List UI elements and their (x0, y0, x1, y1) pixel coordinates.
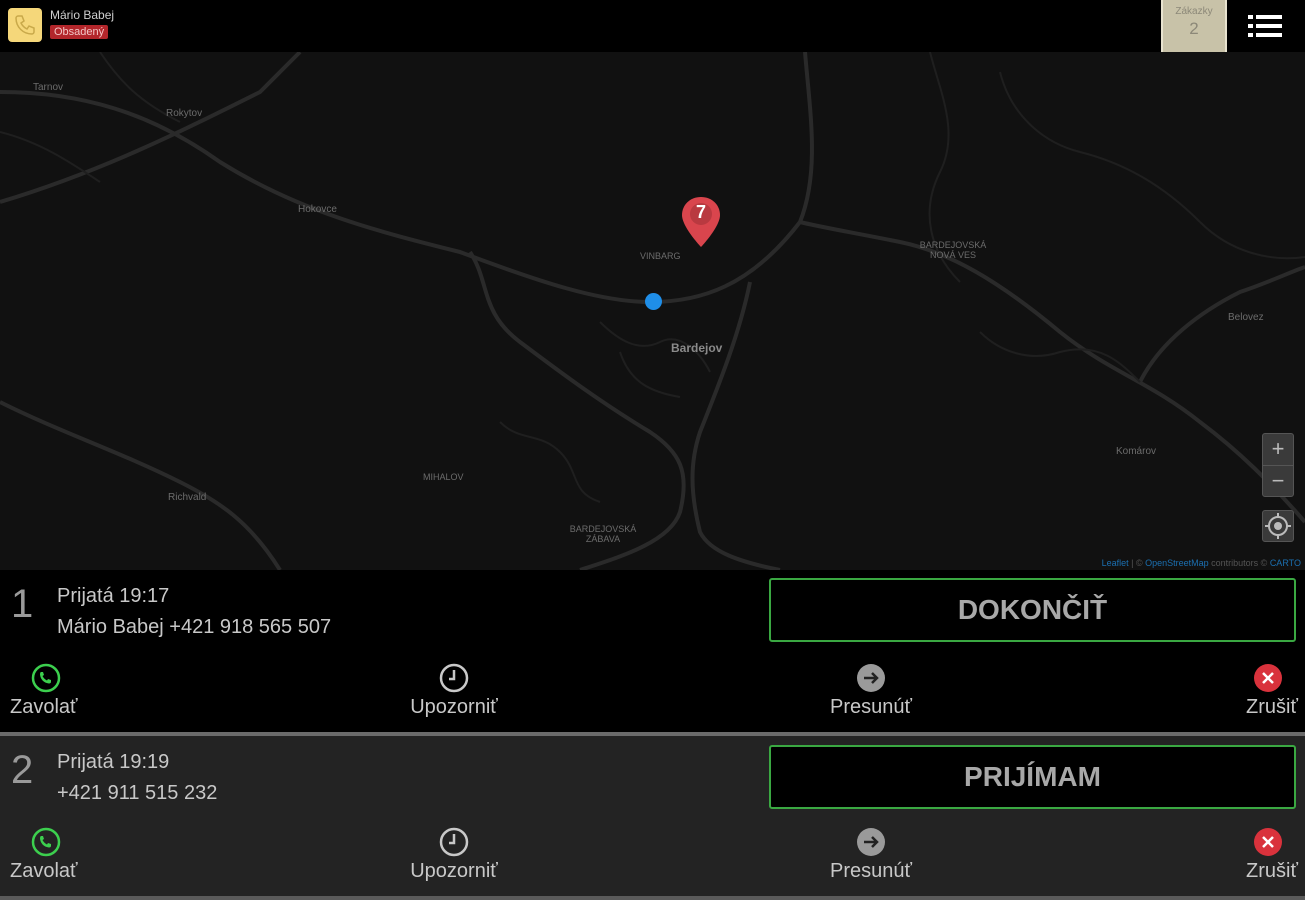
status-badge[interactable]: Obsadený (50, 25, 109, 39)
zoom-in-button[interactable]: + (1263, 434, 1293, 465)
place-label: VINBARG (640, 251, 681, 261)
cancel-label: Zrušiť (1246, 860, 1298, 882)
map-attribution: Leaflet | © OpenStreetMap contributors ©… (1102, 558, 1301, 568)
place-label: Belovez (1228, 312, 1264, 323)
move-button[interactable]: Presunúť (826, 662, 916, 719)
place-label: Tarnov (33, 82, 64, 93)
order-number: 2 (11, 748, 34, 792)
accept-button[interactable]: PRIJÍMAM (769, 745, 1296, 809)
order-marker[interactable]: 7 (681, 196, 721, 248)
move-button[interactable]: Presunúť (826, 826, 916, 883)
place-label: Bardejov (671, 341, 723, 355)
zoom-control: + − (1262, 433, 1294, 497)
close-circle-icon (1254, 664, 1282, 692)
call-label: Zavolať (10, 860, 78, 882)
call-button[interactable]: Zavolať (10, 826, 84, 883)
call-label: Zavolať (10, 696, 78, 718)
move-label: Presunúť (830, 860, 912, 882)
order-contact: +421 911 515 232 (57, 782, 218, 804)
finish-button[interactable]: DOKONČIŤ (769, 578, 1296, 642)
arrow-right-circle-icon (857, 664, 885, 692)
carto-link[interactable]: CARTO (1270, 558, 1301, 568)
place-label: Hokovce (298, 204, 337, 215)
clock-icon (439, 827, 469, 857)
order-time: Prijatá 19:19 (57, 751, 170, 773)
zoom-out-button[interactable]: − (1263, 465, 1293, 496)
call-button[interactable]: Zavolať (10, 662, 84, 719)
order-card: 2 Prijatá 19:19 +421 911 515 232 PRIJÍMA… (0, 736, 1305, 900)
current-location-dot (645, 293, 662, 310)
osm-link[interactable]: OpenStreetMap (1145, 558, 1209, 568)
place-label: BARDEJOVSKÁ ZÁBAVA (569, 524, 637, 544)
place-label: Komárov (1116, 446, 1157, 457)
cancel-button[interactable]: Zrušiť (1236, 662, 1298, 719)
order-contact: Mário Babej +421 918 565 507 (57, 616, 332, 638)
whatsapp-call-icon (31, 663, 61, 693)
notify-label: Upozorniť (410, 860, 498, 882)
place-label: BARDEJOVSKÁ NOVÁ VES (919, 240, 987, 260)
place-label: MIHALOV (423, 472, 464, 482)
arrow-right-circle-icon (857, 828, 885, 856)
attribution-separator: | © (1128, 558, 1146, 568)
order-number: 1 (11, 582, 34, 626)
close-circle-icon (1254, 828, 1282, 856)
attribution-contributors: contributors © (1208, 558, 1270, 568)
move-label: Presunúť (830, 696, 912, 718)
notify-label: Upozorniť (410, 696, 498, 718)
map-view[interactable]: Tarnov Rokytov Hokovce VINBARG Bardejov … (0, 52, 1305, 570)
notify-button[interactable]: Upozorniť (406, 662, 502, 719)
notify-button[interactable]: Upozorniť (406, 826, 502, 883)
driver-name: Mário Babej (50, 8, 115, 22)
top-bar: Mário Babej Obsadený Zákazky 2 (0, 0, 1305, 52)
leaflet-link[interactable]: Leaflet (1102, 558, 1129, 568)
place-label: Richvald (168, 492, 207, 503)
order-time: Prijatá 19:17 (57, 585, 170, 607)
menu-button[interactable] (1246, 12, 1286, 40)
cancel-label: Zrušiť (1246, 696, 1298, 718)
crosshair-icon (1265, 513, 1291, 539)
order-card: 1 Prijatá 19:17 Mário Babej +421 918 565… (0, 570, 1305, 736)
phone-icon (15, 15, 35, 35)
orders-count: 2 (1189, 19, 1199, 38)
orders-label: Zákazky (1175, 6, 1213, 17)
orders-counter-button[interactable]: Zákazky 2 (1161, 0, 1227, 52)
phone-app-icon[interactable] (8, 8, 42, 42)
clock-icon (439, 663, 469, 693)
place-label: Rokytov (166, 108, 203, 119)
locate-me-button[interactable] (1262, 510, 1294, 542)
list-menu-icon (1248, 15, 1282, 37)
whatsapp-call-icon (31, 827, 61, 857)
marker-number: 7 (695, 202, 706, 222)
cancel-button[interactable]: Zrušiť (1236, 826, 1298, 883)
